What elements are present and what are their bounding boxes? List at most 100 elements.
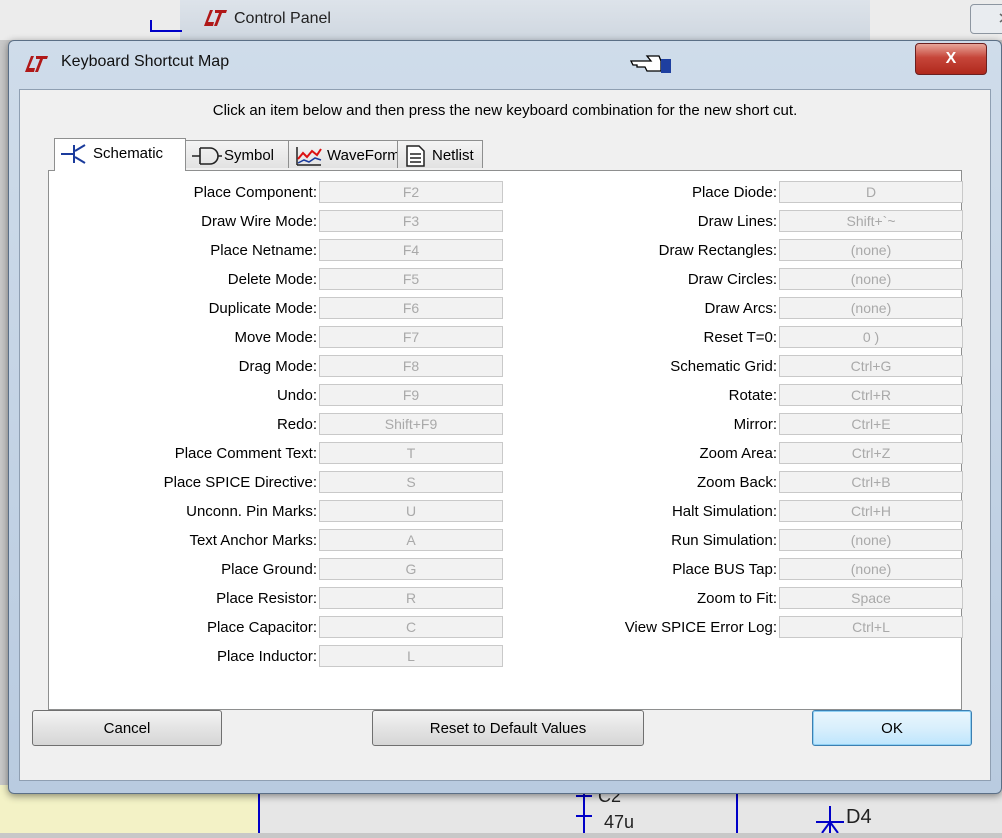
shortcut-label: Draw Wire Mode: xyxy=(201,213,317,230)
shortcut-label: Zoom Back: xyxy=(696,474,777,491)
shortcut-label: Delete Mode: xyxy=(227,271,317,288)
tab-label: Schematic xyxy=(93,145,164,162)
shortcut-label: View SPICE Error Log: xyxy=(624,619,777,636)
shortcut-field[interactable]: T xyxy=(319,442,503,464)
diode-symbol-icon xyxy=(810,800,844,838)
shortcut-field[interactable]: (none) xyxy=(779,239,963,261)
shortcut-label: Rotate: xyxy=(728,387,777,404)
shortcut-label: Zoom to Fit: xyxy=(696,590,777,607)
close-icon xyxy=(999,13,1002,23)
schematic-wire xyxy=(150,30,182,32)
ltspice-logo-icon xyxy=(23,54,49,79)
shortcut-field[interactable]: F7 xyxy=(319,326,503,348)
reset-defaults-button[interactable]: Reset to Default Values xyxy=(372,710,644,746)
shortcut-label: Halt Simulation: xyxy=(671,503,777,520)
shortcut-field[interactable]: S xyxy=(319,471,503,493)
shortcut-field[interactable]: L xyxy=(319,645,503,667)
component-value: 47u xyxy=(604,812,635,832)
ok-button[interactable]: OK xyxy=(812,710,972,746)
shortcut-field[interactable]: (none) xyxy=(779,558,963,580)
shortcut-field[interactable]: F3 xyxy=(319,210,503,232)
shortcut-field[interactable]: 0 ) xyxy=(779,326,963,348)
control-panel-window: Control Panel xyxy=(180,0,1002,41)
shortcut-field[interactable]: Ctrl+Z xyxy=(779,442,963,464)
tab-schematic[interactable]: Schematic xyxy=(54,138,186,171)
component-label: D4 xyxy=(846,806,872,828)
shortcut-field[interactable]: Space xyxy=(779,587,963,609)
shortcut-field[interactable]: Ctrl+E xyxy=(779,413,963,435)
shortcut-field[interactable]: F6 xyxy=(319,297,503,319)
tab-label: Netlist xyxy=(432,147,474,164)
shortcut-field[interactable]: Ctrl+B xyxy=(779,471,963,493)
keyboard-shortcut-dialog: Keyboard Shortcut Map X Click an item be… xyxy=(8,40,1002,794)
shortcut-label: Undo: xyxy=(276,387,317,404)
shortcut-label: Place Resistor: xyxy=(216,590,317,607)
shortcut-field[interactable]: F9 xyxy=(319,384,503,406)
shortcut-label: Unconn. Pin Marks: xyxy=(186,503,317,520)
shortcut-field[interactable]: U xyxy=(319,500,503,522)
dialog-content: Click an item below and then press the n… xyxy=(19,89,991,781)
shortcut-field[interactable]: (none) xyxy=(779,297,963,319)
dialog-title: Keyboard Shortcut Map xyxy=(61,53,230,70)
shortcut-label: Duplicate Mode: xyxy=(208,300,317,317)
shortcut-field[interactable]: D xyxy=(779,181,963,203)
waveform-icon xyxy=(295,145,323,171)
close-button[interactable]: X xyxy=(915,43,987,75)
shortcut-label: Text Anchor Marks: xyxy=(189,532,317,549)
shortcut-field[interactable]: R xyxy=(319,587,503,609)
shortcut-label: Draw Arcs: xyxy=(704,300,777,317)
document-icon xyxy=(404,145,426,171)
control-panel-close-button[interactable] xyxy=(970,4,1002,34)
schematic-icon xyxy=(61,143,87,169)
shortcut-field[interactable]: A xyxy=(319,529,503,551)
shortcut-label: Place Comment Text: xyxy=(174,445,317,462)
shortcut-label: Schematic Grid: xyxy=(670,358,777,375)
cancel-button[interactable]: Cancel xyxy=(32,710,222,746)
tab-label: WaveForm xyxy=(327,147,400,164)
pointing-hand-icon xyxy=(629,53,673,80)
shortcut-field[interactable]: F5 xyxy=(319,268,503,290)
shortcut-label: Run Simulation: xyxy=(671,532,777,549)
shortcut-field[interactable]: F2 xyxy=(319,181,503,203)
shortcut-label: Place Ground: xyxy=(221,561,317,578)
tab-netlist[interactable]: Netlist xyxy=(397,140,483,168)
ltspice-logo-icon xyxy=(202,8,230,33)
symbol-icon xyxy=(192,145,222,171)
tab-waveform[interactable]: WaveForm xyxy=(288,140,400,171)
shortcut-field[interactable]: Ctrl+H xyxy=(779,500,963,522)
shortcut-field[interactable]: (none) xyxy=(779,268,963,290)
shortcut-label: Redo: xyxy=(276,416,317,433)
shortcut-field[interactable]: Shift+`~ xyxy=(779,210,963,232)
shortcut-label: Draw Rectangles: xyxy=(658,242,777,259)
shortcut-field[interactable]: F4 xyxy=(319,239,503,261)
shortcut-field[interactable]: Ctrl+L xyxy=(779,616,963,638)
shortcut-label: Place Capacitor: xyxy=(206,619,317,636)
shortcut-label: Place Netname: xyxy=(210,242,317,259)
shortcut-field[interactable]: G xyxy=(319,558,503,580)
shortcut-field[interactable]: Shift+F9 xyxy=(319,413,503,435)
shortcut-label: Place Component: xyxy=(193,184,317,201)
shortcut-field[interactable]: (none) xyxy=(779,529,963,551)
schematic-wire xyxy=(150,20,152,32)
instruction-text: Click an item below and then press the n… xyxy=(212,102,798,119)
shortcut-field[interactable]: Ctrl+G xyxy=(779,355,963,377)
shortcut-field[interactable]: F8 xyxy=(319,355,503,377)
shortcut-label: Place Inductor: xyxy=(216,648,317,665)
tab-symbol[interactable]: Symbol xyxy=(185,140,289,168)
shortcut-label: Draw Circles: xyxy=(687,271,777,288)
schematic-shortcuts-panel: Place Component: F2 Draw Wire Mode: F3 P… xyxy=(48,170,963,710)
shortcut-field[interactable]: C xyxy=(319,616,503,638)
shortcut-label: Mirror: xyxy=(733,416,777,433)
tab-label: Symbol xyxy=(224,147,275,164)
shortcut-label: Place BUS Tap: xyxy=(672,561,777,578)
shortcut-label: Draw Lines: xyxy=(697,213,777,230)
control-panel-title: Control Panel xyxy=(234,10,331,27)
shortcut-field[interactable]: Ctrl+R xyxy=(779,384,963,406)
shortcut-label: Place SPICE Directive: xyxy=(163,474,317,491)
shortcut-label: Drag Mode: xyxy=(238,358,317,375)
shortcut-label: Reset T=0: xyxy=(703,329,777,346)
dialog-title-bar[interactable]: Keyboard Shortcut Map X xyxy=(9,41,1001,85)
shortcut-label: Move Mode: xyxy=(234,329,317,346)
shortcut-label: Zoom Area: xyxy=(699,445,777,462)
shortcut-label: Place Diode: xyxy=(691,184,777,201)
